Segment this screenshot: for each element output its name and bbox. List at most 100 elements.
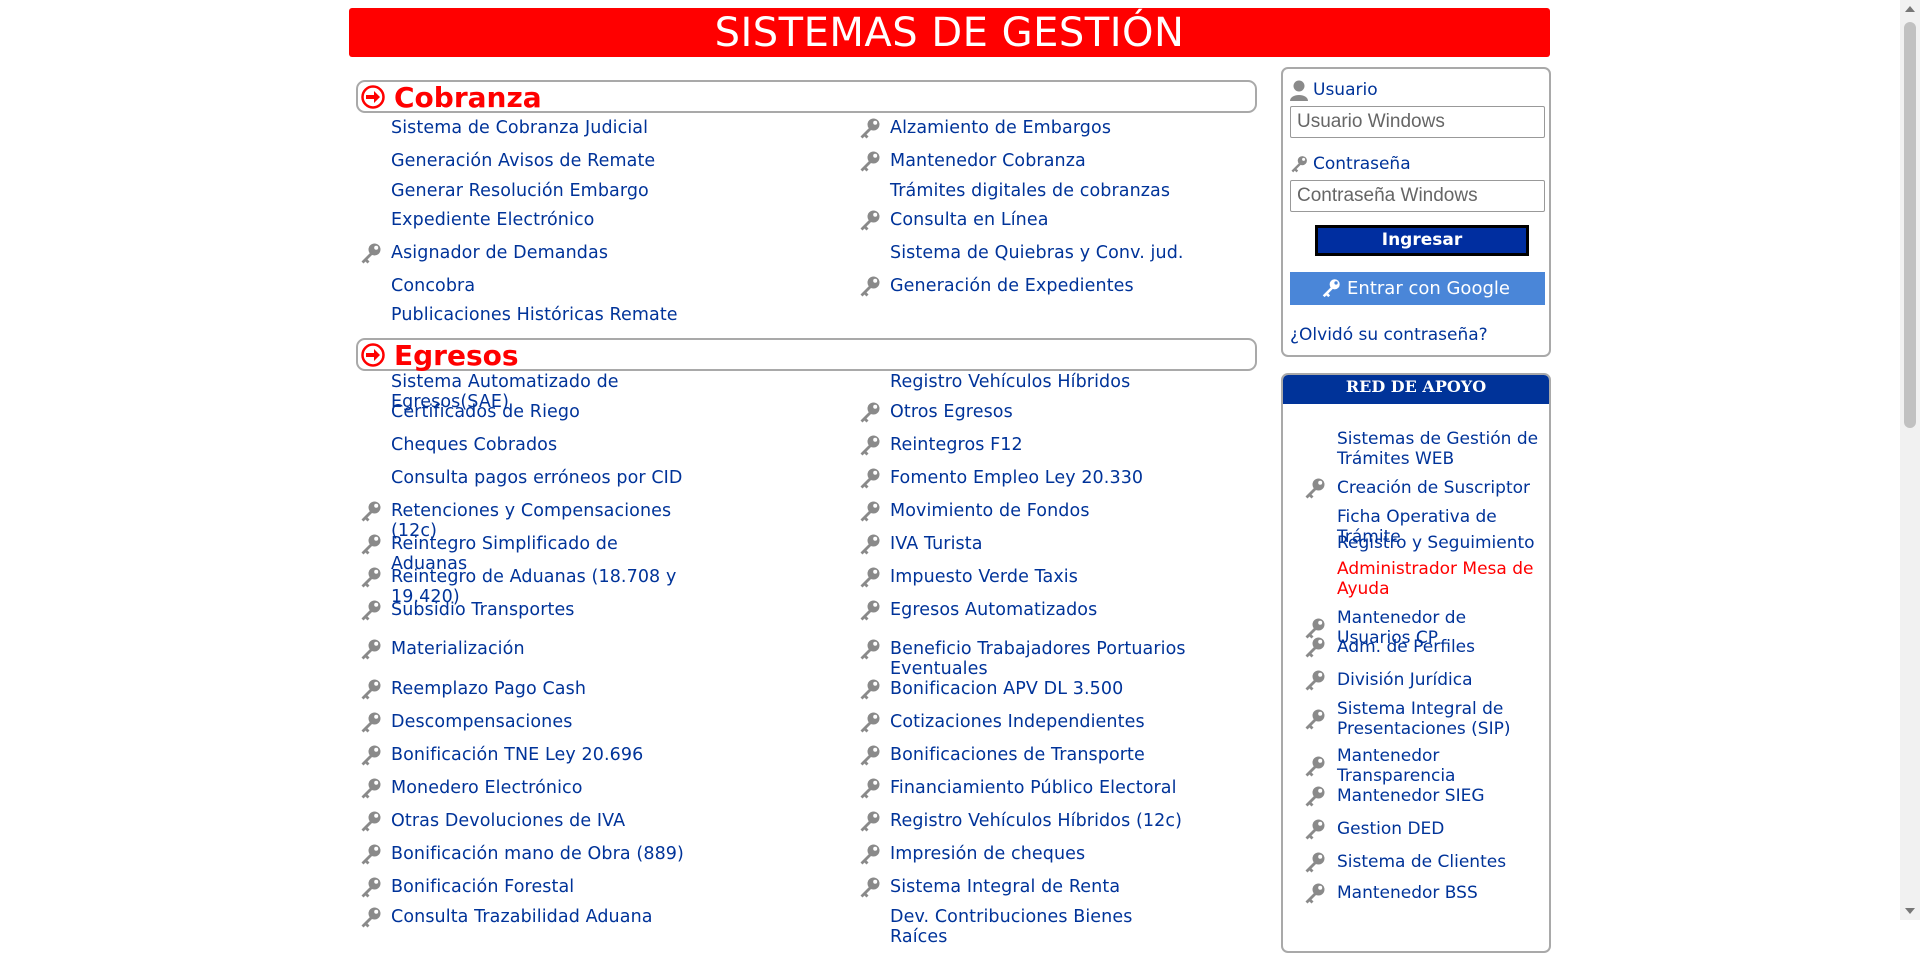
link-label[interactable]: IVA Turista (890, 534, 1190, 554)
red-apoyo-link-sistema-integral-de-presentaciones-sip[interactable]: Sistema Integral de Presentaciones (SIP) (1337, 699, 1542, 739)
key-icon (1303, 850, 1327, 874)
link-label[interactable]: Bonificaciones de Transporte (890, 745, 1190, 765)
link-label[interactable]: Sistema de Quiebras y Conv. jud. (890, 243, 1190, 263)
link-label[interactable]: Reintegros F12 (890, 435, 1190, 455)
link-label[interactable]: Expediente Electrónico (391, 210, 691, 230)
key-icon (1303, 476, 1327, 500)
google-login-button[interactable]: Entrar con Google (1290, 272, 1545, 305)
link-label[interactable]: Monedero Electrónico (391, 778, 691, 798)
user-label: Usuario (1289, 79, 1378, 101)
link-label[interactable]: Certificados de Riego (391, 402, 691, 422)
scroll-down-icon[interactable] (1905, 908, 1915, 914)
key-icon (858, 433, 882, 457)
link-label[interactable]: Alzamiento de Embargos (890, 118, 1190, 138)
link-label[interactable]: Consulta en Línea (890, 210, 1190, 230)
key-icon (858, 809, 882, 833)
key-icon (858, 149, 882, 173)
link-label[interactable]: Bonificación mano de Obra (889) (391, 844, 691, 864)
link-label[interactable]: Generar Resolución Embargo (391, 181, 691, 201)
link-label[interactable]: Egresos Automatizados (890, 600, 1190, 620)
link-label[interactable]: Cheques Cobrados (391, 435, 691, 455)
link-label[interactable]: Concobra (391, 276, 691, 296)
link-label[interactable]: Materialización (391, 639, 691, 659)
key-icon (359, 905, 383, 929)
password-label: Contraseña (1289, 153, 1411, 175)
key-icon (359, 499, 383, 523)
red-apoyo-title: RED DE APOYO (1283, 375, 1549, 404)
link-label[interactable]: Publicaciones Históricas Remate (391, 305, 691, 325)
forgot-password-link[interactable]: ¿Olvidó su contraseña? (1290, 325, 1488, 345)
key-icon (1303, 754, 1327, 778)
key-icon (858, 532, 882, 556)
link-label[interactable]: Cotizaciones Independientes (890, 712, 1190, 732)
key-icon (359, 710, 383, 734)
red-apoyo-link-sistema-de-clientes[interactable]: Sistema de Clientes (1337, 852, 1542, 872)
link-label[interactable]: Otras Devoluciones de IVA (391, 811, 691, 831)
link-label[interactable]: Reemplazo Pago Cash (391, 679, 691, 699)
key-icon (1303, 784, 1327, 808)
link-label[interactable]: Financiamiento Público Electoral (890, 778, 1190, 798)
link-label[interactable]: Sistema Integral de Renta (890, 877, 1190, 897)
red-apoyo-link-creacion-de-suscriptor[interactable]: Creación de Suscriptor (1337, 478, 1542, 498)
scroll-up-icon[interactable] (1905, 6, 1915, 12)
link-label[interactable]: Beneficio Trabajadores Portuarios Eventu… (890, 639, 1190, 679)
key-icon (1303, 668, 1327, 692)
link-label[interactable]: Generación de Expedientes (890, 276, 1190, 296)
link-label[interactable]: Generación Avisos de Remate (391, 151, 691, 171)
key-icon (858, 598, 882, 622)
link-label[interactable]: Consulta pagos erróneos por CID (391, 468, 691, 488)
scrollbar-thumb[interactable] (1904, 22, 1916, 428)
login-button[interactable]: Ingresar (1315, 225, 1529, 256)
link-label[interactable]: Trámites digitales de cobranzas (890, 181, 1190, 201)
red-apoyo-link-division-juridica[interactable]: División Jurídica (1337, 670, 1542, 690)
link-label[interactable]: Bonificacion APV DL 3.500 (890, 679, 1190, 699)
link-label[interactable]: Bonificación TNE Ley 20.696 (391, 745, 691, 765)
key-icon (1303, 817, 1327, 841)
link-label[interactable]: Dev. Contribuciones Bienes Raíces (890, 907, 1190, 947)
red-apoyo-link-sistemas-de-gestion-de-tramites-web[interactable]: Sistemas de Gestión de Trámites WEB (1337, 429, 1542, 469)
red-apoyo-link-registro-y-seguimiento[interactable]: Registro y Seguimiento (1337, 533, 1542, 553)
link-label[interactable]: Consulta Trazabilidad Aduana (391, 907, 691, 927)
red-apoyo-link-mantenedor-transparencia[interactable]: Mantenedor Transparencia (1337, 746, 1542, 786)
key-icon (359, 532, 383, 556)
link-label[interactable]: Impuesto Verde Taxis (890, 567, 1190, 587)
section-header-egresos: Egresos (356, 338, 1257, 372)
key-icon (359, 637, 383, 661)
link-label[interactable]: Sistema de Cobranza Judicial (391, 118, 691, 138)
key-icon (359, 677, 383, 701)
key-icon (858, 776, 882, 800)
username-input[interactable] (1290, 106, 1545, 138)
page-title: SISTEMAS DE GESTIÓN (349, 8, 1550, 57)
password-input[interactable] (1290, 180, 1545, 212)
red-apoyo-link-administrador-mesa-de-ayuda[interactable]: Administrador Mesa de Ayuda (1337, 559, 1542, 599)
link-label[interactable]: Mantenedor Cobranza (890, 151, 1190, 171)
key-icon (858, 565, 882, 589)
link-label[interactable]: Impresión de cheques (890, 844, 1190, 864)
link-label[interactable]: Otros Egresos (890, 402, 1190, 422)
red-apoyo-link-adm-de-perfiles[interactable]: Adm. de Perfiles (1337, 637, 1542, 657)
link-label[interactable]: Fomento Empleo Ley 20.330 (890, 468, 1190, 488)
link-label[interactable]: Subsidio Transportes (391, 600, 691, 620)
key-icon (359, 743, 383, 767)
link-label[interactable]: Registro Vehículos Híbridos (890, 372, 1190, 392)
key-icon (1322, 279, 1340, 298)
key-icon (359, 842, 383, 866)
google-login-label: Entrar con Google (1347, 278, 1510, 299)
key-icon (1303, 707, 1327, 731)
key-icon (858, 116, 882, 140)
link-label[interactable]: Asignador de Demandas (391, 243, 691, 263)
red-apoyo-link-gestion-ded[interactable]: Gestion DED (1337, 819, 1542, 839)
user-label-text: Usuario (1313, 80, 1378, 100)
link-label[interactable]: Descompensaciones (391, 712, 691, 732)
key-icon (1303, 635, 1327, 659)
key-icon (1291, 156, 1307, 173)
link-label[interactable]: Registro Vehículos Híbridos (12c) (890, 811, 1190, 831)
red-apoyo-link-mantenedor-sieg[interactable]: Mantenedor SIEG (1337, 786, 1542, 806)
key-icon (359, 241, 383, 265)
vertical-scrollbar[interactable] (1900, 0, 1920, 920)
key-icon (1303, 881, 1327, 905)
key-icon (858, 637, 882, 661)
red-apoyo-link-mantenedor-bss[interactable]: Mantenedor BSS (1337, 883, 1542, 903)
link-label[interactable]: Bonificación Forestal (391, 877, 691, 897)
link-label[interactable]: Movimiento de Fondos (890, 501, 1190, 521)
